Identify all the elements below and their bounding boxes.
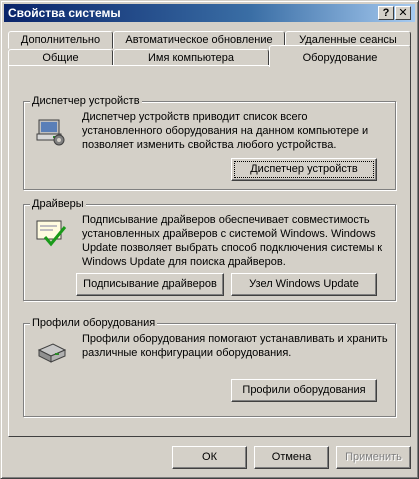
window-title: Свойства системы (8, 6, 121, 20)
device-manager-description: Диспетчер устройств приводит список всег… (82, 111, 369, 151)
hardware-profiles-group: Профили оборудования Профили оборудовани… (23, 316, 396, 417)
drivers-group: Драйверы Подписывание драйверов обеспечи… (23, 197, 396, 301)
tab-advanced[interactable]: Дополнительно (8, 31, 113, 49)
hardware-tab-panel: Диспетчер устройств Диспетчер устройств … (8, 65, 411, 437)
driver-certificate-icon (36, 220, 67, 247)
device-manager-group: Диспетчер устройств Диспетчер устройств … (23, 94, 396, 190)
drivers-description: Подписывание драйверов обеспечивает совм… (82, 214, 383, 268)
device-manager-legend: Диспетчер устройств (30, 94, 142, 108)
hardware-profiles-button[interactable]: Профили оборудования (231, 379, 377, 402)
windows-update-button[interactable]: Узел Windows Update (231, 273, 377, 296)
drivers-legend: Драйверы (30, 197, 86, 211)
ok-button[interactable]: ОК (172, 446, 247, 469)
cancel-button[interactable]: Отмена (254, 446, 329, 469)
system-properties-window: Свойства системы ? ✕ Дополнительно Автом… (0, 0, 419, 479)
hardware-profile-icon (37, 343, 67, 363)
help-button[interactable]: ? (378, 6, 394, 20)
tab-automatic-updates[interactable]: Автоматическое обновление (113, 31, 285, 49)
apply-button[interactable]: Применить (336, 446, 411, 469)
device-manager-button[interactable]: Диспетчер устройств (231, 158, 377, 181)
driver-signing-button[interactable]: Подписывание драйверов (76, 273, 224, 296)
tab-hardware[interactable]: Оборудование (269, 45, 411, 67)
hardware-profiles-description: Профили оборудования помогают устанавлив… (82, 333, 388, 359)
close-button[interactable]: ✕ (395, 6, 411, 20)
title-bar[interactable]: Свойства системы ? ✕ (4, 4, 415, 22)
device-manager-icon (36, 119, 65, 146)
hardware-profiles-legend: Профили оборудования (30, 316, 158, 330)
